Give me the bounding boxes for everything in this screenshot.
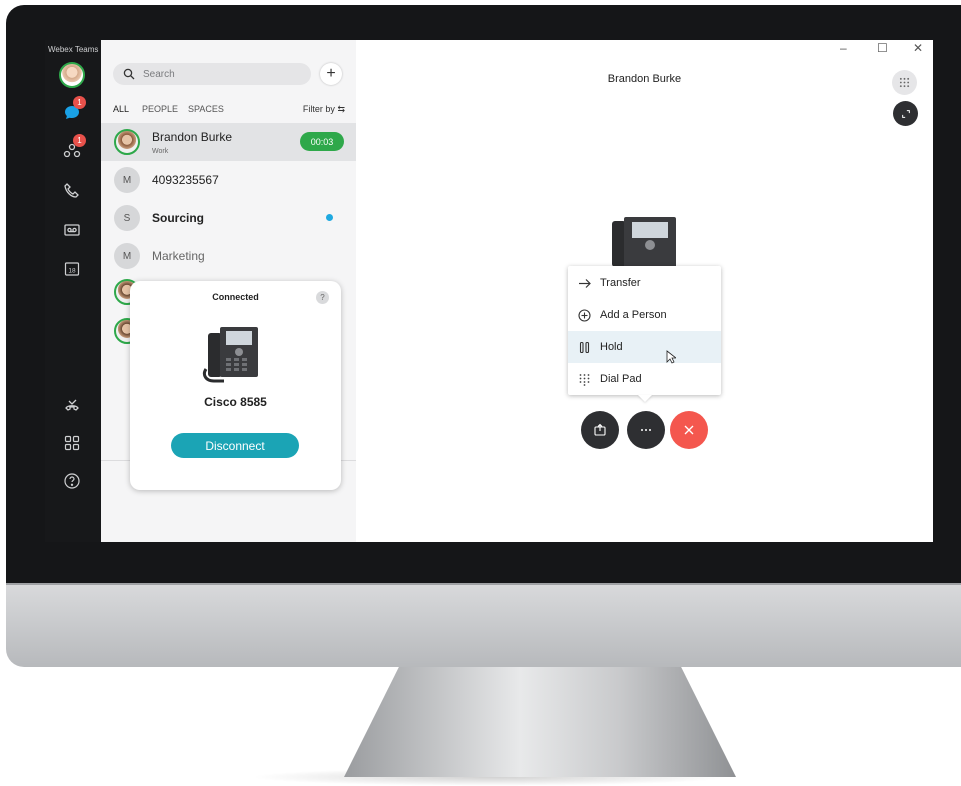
contact-subtitle: Work — [152, 148, 169, 155]
add-circle-icon — [577, 308, 591, 322]
app-title: Webex Teams — [48, 45, 99, 54]
expand-icon — [901, 109, 910, 118]
teams-button[interactable]: 1 — [59, 134, 86, 164]
voicemail-icon — [64, 224, 80, 236]
app-window: Webex Teams 1 1 18 Search + ALL PEOPLE S… — [45, 40, 933, 542]
more-dots-icon — [641, 429, 651, 431]
connected-device-card: Connected ? Cisco 8585 Disconnect — [130, 281, 341, 490]
card-help-button[interactable]: ? — [316, 291, 329, 304]
contact-name: 4093235567 — [152, 173, 219, 187]
help-icon — [64, 473, 80, 489]
filter-all-tab[interactable]: ALL — [113, 104, 129, 114]
meetings-button[interactable]: 18 — [59, 256, 85, 282]
close-button[interactable]: ✕ — [913, 41, 923, 55]
apps-grid-icon — [64, 435, 80, 451]
call-options-menu: Transfer Add a Person Hold Dial Pad — [568, 266, 721, 395]
keypad-icon — [899, 77, 910, 88]
share-screen-button[interactable] — [581, 411, 619, 449]
call-timer-badge: 00:03 — [300, 132, 344, 151]
call-settings-button[interactable] — [59, 392, 85, 418]
more-options-button[interactable] — [627, 411, 665, 449]
calls-button[interactable] — [59, 178, 85, 204]
avatar — [114, 129, 140, 155]
monitor-stand — [344, 667, 736, 777]
filter-people-tab[interactable]: PEOPLE — [142, 104, 178, 114]
contact-name: Sourcing — [152, 211, 205, 225]
call-contact-name: Brandon Burke — [607, 73, 682, 85]
dialpad-icon — [579, 373, 589, 386]
desk-phone-image — [612, 217, 676, 269]
contact-name: Marketing — [152, 249, 205, 263]
teams-badge: 1 — [73, 134, 86, 147]
menu-item-label: Dial Pad — [600, 373, 642, 385]
contact-name: Brandon Burke — [152, 130, 233, 144]
unread-dot — [326, 214, 333, 221]
share-icon — [594, 423, 606, 436]
avatar: M — [114, 243, 140, 269]
messages-badge: 1 — [73, 96, 86, 109]
phone-icon — [64, 183, 79, 198]
avatar: M — [114, 167, 140, 193]
call-settings-icon — [65, 399, 79, 411]
monitor-chin — [6, 583, 961, 667]
list-item-sourcing[interactable]: S Sourcing — [101, 199, 356, 237]
maximize-button[interactable]: ☐ — [877, 41, 888, 55]
menu-caret — [638, 395, 652, 402]
search-icon — [123, 68, 135, 80]
mouse-pointer-icon — [666, 350, 676, 364]
search-placeholder: Search — [143, 68, 175, 80]
close-icon — [684, 425, 694, 435]
monitor-chin-edge — [6, 583, 961, 585]
expand-button[interactable] — [893, 101, 918, 126]
arrow-right-icon — [578, 278, 591, 288]
voicemail-button[interactable] — [59, 217, 85, 243]
filter-by-label: Filter by — [302, 104, 335, 114]
messages-button[interactable]: 1 — [59, 96, 86, 126]
desk-phone-icon — [202, 327, 258, 383]
avatar: S — [114, 205, 140, 231]
nav-rail: Webex Teams 1 1 18 — [45, 40, 101, 542]
menu-item-transfer[interactable]: Transfer — [568, 267, 721, 299]
svg-text:18: 18 — [68, 268, 76, 275]
device-name: Cisco 8585 — [204, 395, 267, 409]
help-button[interactable] — [59, 468, 85, 494]
card-title: Connected — [212, 292, 259, 302]
call-area: – ☐ ✕ Brandon Burke Transfer Add a Perso… — [356, 40, 933, 542]
menu-item-hold[interactable]: Hold — [568, 331, 721, 363]
user-avatar[interactable] — [59, 62, 85, 88]
end-call-button[interactable] — [670, 411, 708, 449]
menu-item-label: Add a Person — [600, 309, 667, 321]
monitor-scene: Webex Teams 1 1 18 Search + ALL PEOPLE S… — [0, 0, 961, 786]
keypad-button[interactable] — [892, 70, 917, 95]
calendar-icon: 18 — [64, 262, 80, 276]
menu-item-dial-pad[interactable]: Dial Pad — [568, 363, 721, 395]
filter-by-button[interactable]: Filter by ⇆ — [303, 104, 345, 115]
search-input[interactable]: Search — [113, 63, 311, 85]
add-button[interactable]: + — [320, 63, 342, 85]
apps-button[interactable] — [59, 430, 85, 456]
list-item-number[interactable]: M 4093235567 — [101, 161, 356, 199]
menu-item-add-person[interactable]: Add a Person — [568, 299, 721, 331]
filter-row: ALL PEOPLE SPACES Filter by ⇆ — [113, 104, 345, 118]
filter-spaces-tab[interactable]: SPACES — [188, 104, 224, 114]
call-title: Brandon Burke — [356, 73, 933, 85]
menu-item-label: Transfer — [600, 277, 641, 289]
minimize-button[interactable]: – — [840, 41, 847, 55]
menu-item-label: Hold — [600, 341, 623, 353]
filter-icon: ⇆ — [337, 104, 345, 114]
list-item-marketing[interactable]: M Marketing — [101, 237, 356, 275]
pause-icon — [579, 341, 589, 353]
disconnect-button[interactable]: Disconnect — [171, 433, 299, 458]
list-item-brandon-burke[interactable]: Brandon Burke Work 00:03 — [101, 123, 356, 161]
